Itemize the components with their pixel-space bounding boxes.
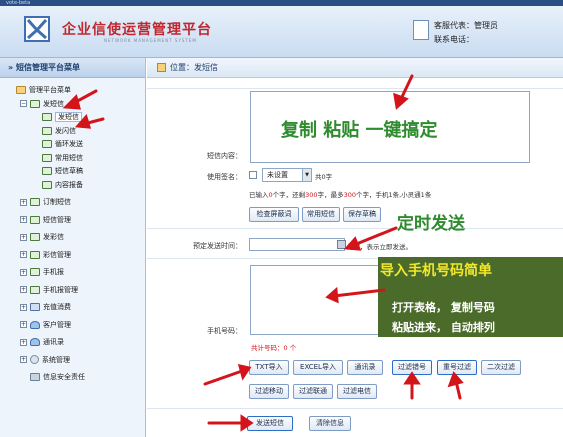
sms-icon: [30, 268, 40, 276]
save-draft-button[interactable]: 保存草稿: [343, 207, 381, 222]
menu-tree: 管理平台菜单 − 发短信 发短信 发闪信 循环发送 常用短信 短信草稿 内容报备 …: [0, 78, 145, 385]
sms-icon: [30, 233, 40, 241]
shield-icon: [30, 373, 40, 381]
filter-telecom-button[interactable]: 过滤电信: [337, 384, 377, 399]
calendar-icon[interactable]: [337, 240, 346, 249]
import-tip-title: 导入手机号码简单: [378, 260, 563, 280]
filter-second-button[interactable]: 二次过滤: [481, 360, 521, 375]
expand-icon[interactable]: +: [20, 268, 27, 276]
schedule-time-input[interactable]: [249, 238, 345, 251]
sidebar-item-sms-manage[interactable]: + 短信管理: [0, 214, 145, 228]
filter-unicom-button[interactable]: 过滤联通: [293, 384, 333, 399]
signature-checkbox[interactable]: [249, 171, 257, 179]
signature-select[interactable]: 未设置 ▼: [262, 168, 312, 182]
brand-title: 企业信使运营管理平台: [62, 22, 212, 38]
sms-icon: [30, 215, 40, 224]
sidebar-item-contacts[interactable]: + 通讯录: [0, 336, 145, 350]
chevron-down-icon: ▼: [302, 169, 311, 181]
sidebar-item-mobile-news-manage[interactable]: + 手机报管理: [0, 284, 145, 298]
sidebar-item-custom-sms[interactable]: + 订制短信: [0, 196, 145, 210]
expand-icon[interactable]: +: [20, 251, 27, 258]
expand-icon[interactable]: +: [20, 303, 27, 311]
sms-icon: [30, 285, 40, 294]
sms-icon: [42, 126, 52, 135]
import-tip-panel: 导入手机号码简单 打开表格， 复制号码 粘贴进来， 自动排列: [378, 257, 563, 337]
logo-icon: [24, 16, 50, 42]
sidebar-item-system[interactable]: + 系统管理: [0, 354, 145, 368]
filter-invalid-button[interactable]: 过滤错号: [392, 360, 432, 375]
phone-label: 联系电话：: [434, 35, 474, 44]
expand-icon[interactable]: +: [20, 198, 27, 206]
sms-icon: [42, 140, 52, 148]
sidebar-item-flash-sms[interactable]: 发闪信: [0, 125, 145, 139]
expand-icon[interactable]: +: [20, 356, 27, 363]
expand-icon[interactable]: +: [20, 286, 27, 293]
sms-icon: [30, 99, 40, 108]
home-icon: [16, 86, 26, 94]
contacts-button[interactable]: 通讯录: [347, 360, 383, 375]
book-icon: [30, 303, 40, 311]
timer-annotation: 定时发送: [397, 214, 465, 234]
sidebar-item-mms-manage[interactable]: + 彩信管理: [0, 249, 145, 263]
excel-import-button[interactable]: EXCEL导入: [293, 360, 343, 375]
sidebar-item-root[interactable]: 管理平台菜单: [0, 84, 145, 98]
common-sms-button[interactable]: 常用短信: [302, 207, 340, 222]
paste-annotation: 复制 粘贴 一键搞定: [281, 120, 438, 141]
import-tip-line1: 打开表格， 复制号码: [392, 301, 495, 314]
sidebar-item-send-sms-group[interactable]: − 发短信: [0, 98, 145, 112]
filter-duplicate-button[interactable]: 重号过滤: [437, 360, 477, 375]
user-avatar-icon: [413, 20, 429, 40]
sidebar-item-send-sms[interactable]: 发短信: [0, 111, 145, 125]
phone-label: 手机号码：: [207, 327, 242, 335]
sms-icon: [42, 167, 52, 175]
expand-icon[interactable]: +: [20, 338, 27, 346]
sidebar-item-send-mms[interactable]: + 发彩信: [0, 231, 145, 245]
user-label: 客服代表：管理员: [434, 21, 498, 30]
sms-icon: [42, 153, 52, 162]
sidebar-item-customers[interactable]: + 客户管理: [0, 319, 145, 333]
main-content: 位置：发短信 短信内容： 使用签名： 未设置 ▼ 共0字 已输入0个字，还剩300…: [147, 58, 563, 437]
sidebar-item-sms-drafts[interactable]: 短信草稿: [0, 165, 145, 179]
sidebar-item-mobile-news[interactable]: + 手机报: [0, 266, 145, 280]
expand-icon[interactable]: +: [20, 321, 27, 328]
sidebar-item-content-filing[interactable]: 内容报备: [0, 179, 145, 193]
gear-icon: [30, 355, 39, 364]
home-icon: [157, 63, 166, 72]
sidebar-item-security[interactable]: 信息安全责任: [0, 371, 145, 385]
send-sms-button[interactable]: 发送短信: [247, 416, 293, 431]
sidebar-item-loop-send[interactable]: 循环发送: [0, 138, 145, 152]
collapse-icon[interactable]: −: [20, 100, 27, 107]
schedule-label: 预定发送时间：: [193, 242, 242, 250]
char-count: 共0字: [315, 173, 333, 181]
sidebar: » 短信管理平台菜单 管理平台菜单 − 发短信 发短信 发闪信 循环发送 常用短信…: [0, 58, 146, 437]
schedule-hint: 为空，表示立即发送。: [347, 243, 412, 251]
content-label: 短信内容：: [207, 152, 242, 160]
divider: [147, 88, 563, 89]
sms-icon: [42, 113, 52, 121]
sms-icon: [42, 180, 52, 189]
header: 企业信使运营管理平台 NETWORK MANAGEMENT SYSTEM 客服代…: [0, 6, 563, 58]
divider: [147, 408, 563, 409]
number-count: 共计号码：0 个: [251, 344, 297, 352]
signature-label: 使用签名：: [207, 173, 242, 181]
input-info: 已输入0个字，还剩300字，最多300个字，手机1条,小灵通1条: [249, 191, 432, 199]
sms-icon: [30, 250, 40, 259]
check-words-button[interactable]: 检查屏蔽词: [249, 207, 299, 222]
sidebar-item-recharge[interactable]: + 充值消费: [0, 301, 145, 315]
import-tip-line2: 粘贴进来， 自动排列: [392, 321, 495, 334]
expand-icon[interactable]: +: [20, 233, 27, 241]
filter-mobile-button[interactable]: 过滤移动: [249, 384, 289, 399]
txt-import-button[interactable]: TXT导入: [249, 360, 289, 375]
expand-icon[interactable]: +: [20, 216, 27, 223]
sidebar-title: » 短信管理平台菜单: [0, 58, 145, 78]
user-icon: [30, 338, 40, 346]
sidebar-item-common-sms[interactable]: 常用短信: [0, 152, 145, 166]
clear-button[interactable]: 清除信息: [309, 416, 351, 431]
brand-subtitle: NETWORK MANAGEMENT SYSTEM: [104, 38, 197, 43]
sms-icon: [30, 198, 40, 206]
breadcrumb: 位置：发短信: [147, 58, 563, 78]
user-icon: [30, 320, 40, 329]
divider: [147, 228, 563, 229]
